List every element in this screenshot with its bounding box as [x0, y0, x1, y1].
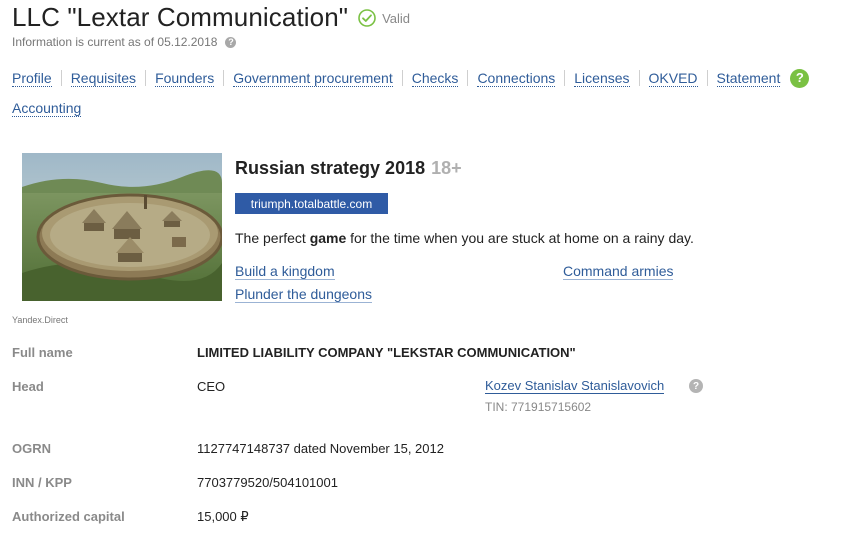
title-row: LLC "Lextar Communication" Valid — [12, 0, 410, 34]
nav-link[interactable]: Connections — [477, 70, 556, 88]
nav-item-accounting[interactable]: Accounting — [12, 97, 82, 119]
head-name-link[interactable]: Kozev Stanislav Stanislavovich — [485, 378, 665, 394]
head-tin: TIN: 771915715602 — [485, 400, 592, 414]
nav-item-statement[interactable]: Statement — [716, 67, 781, 89]
nav-link[interactable]: Requisites — [70, 70, 137, 88]
ad-domain-button[interactable]: triumph.totalbattle.com — [235, 193, 388, 214]
ad-description: The perfect game for the time when you a… — [235, 230, 694, 246]
ad-desc-bold: game — [309, 230, 347, 246]
nav-divider — [706, 70, 708, 87]
question-circle-icon[interactable]: ? — [689, 379, 703, 393]
nav-item-licenses[interactable]: Licenses — [574, 67, 630, 89]
ad-desc-part: The perfect — [235, 230, 310, 246]
head-position: CEO — [197, 379, 226, 394]
age-rating: 18+ — [431, 158, 462, 178]
nav-link[interactable]: Founders — [155, 70, 215, 88]
check-circle-icon — [358, 9, 376, 27]
ad-title-text[interactable]: Russian strategy 2018 — [235, 158, 425, 178]
ad-link-plunder-dungeons[interactable]: Plunder the dungeons — [235, 286, 372, 303]
nav-divider — [401, 70, 403, 87]
nav-link[interactable]: Government procurement — [233, 70, 393, 88]
nav-item-government-procurement[interactable]: Government procurement — [233, 67, 393, 89]
nav-item-connections[interactable]: Connections — [477, 67, 556, 89]
ad-image[interactable] — [22, 153, 222, 301]
nav-divider — [564, 70, 566, 87]
nav-link[interactable]: Licenses — [574, 70, 630, 88]
nav-item-checks[interactable]: Checks — [411, 67, 459, 89]
info-text: Information is current as of 05.12.2018 — [12, 35, 218, 49]
nav-item-profile[interactable]: Profile — [12, 67, 52, 89]
nav-divider — [223, 70, 225, 87]
ad-title[interactable]: Russian strategy 2018 18+ — [235, 158, 462, 179]
nav-item-okved[interactable]: OKVED — [648, 67, 698, 89]
authorized-capital-value: 15,000 ₽ — [197, 509, 249, 524]
nav-link[interactable]: Profile — [12, 70, 52, 88]
question-circle-green-icon[interactable]: ? — [790, 68, 810, 88]
nav-divider — [145, 70, 147, 87]
nav-item-requisites[interactable]: Requisites — [70, 67, 137, 89]
question-circle-icon[interactable]: ? — [225, 36, 237, 48]
nav-row-2: Accounting — [12, 95, 852, 118]
nav-divider — [638, 70, 640, 87]
nav-item-founders[interactable]: Founders — [155, 67, 215, 89]
status-text: Valid — [382, 10, 411, 26]
nav-divider — [467, 70, 469, 87]
ad-desc-part: for the time when you are stuck at home … — [346, 230, 694, 246]
fortress-illustration — [22, 153, 222, 301]
status-badge: Valid — [358, 9, 410, 27]
nav-link[interactable]: Accounting — [12, 99, 82, 117]
nav-link[interactable]: Statement — [716, 70, 781, 88]
nav-link[interactable]: OKVED — [648, 70, 698, 88]
ogrn-value: 1127747148737 dated November 15, 2012 — [197, 441, 444, 456]
inn-kpp-value: 7703779520/504101001 — [197, 475, 338, 490]
section-nav: Profile Requisites Founders Government proc… — [12, 66, 852, 119]
nav-divider — [60, 70, 62, 87]
ad-link-build-kingdom[interactable]: Build a kingdom — [235, 263, 335, 280]
head-label: Head — [12, 379, 44, 394]
ad-link-command-armies[interactable]: Command armies — [563, 263, 674, 280]
inn-kpp-label: INN / KPP — [12, 475, 72, 490]
nav-link[interactable]: Checks — [411, 70, 459, 88]
ogrn-label: OGRN — [12, 441, 51, 456]
company-title: LLC "Lextar Communication" — [12, 1, 349, 32]
full-name-value: LIMITED LIABILITY COMPANY "LEKSTAR COMMU… — [197, 345, 576, 360]
authorized-capital-label: Authorized capital — [12, 509, 125, 524]
ad-source: Yandex.Direct — [12, 315, 68, 325]
full-name-label: Full name — [12, 345, 73, 360]
info-line: Information is current as of 05.12.2018 … — [12, 35, 237, 49]
